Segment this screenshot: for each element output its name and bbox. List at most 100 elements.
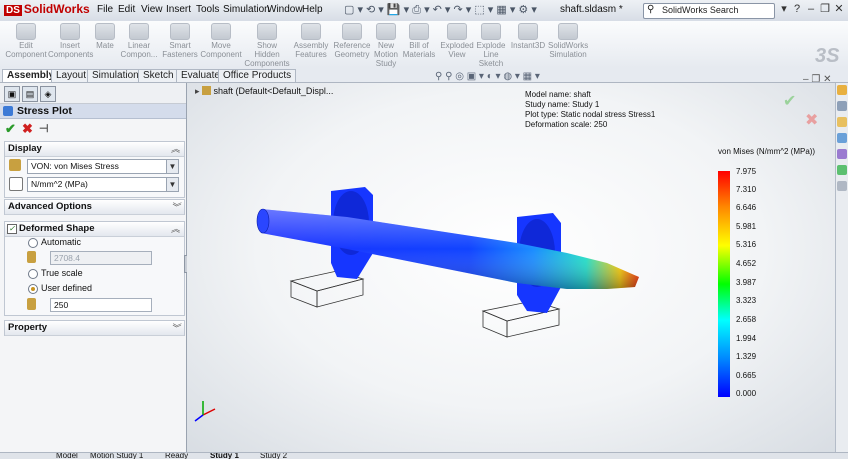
legend-value: 4.652 xyxy=(736,259,757,268)
collapse-icon: ︽ xyxy=(170,224,180,234)
ok-button[interactable]: ✔ xyxy=(5,121,16,137)
tab-model[interactable]: Model xyxy=(56,453,78,459)
units-icon xyxy=(9,177,23,191)
graphics-viewport[interactable]: ▸ shaft (Default<Default_Displ... ⚲ ⚲ ◎ … xyxy=(187,71,835,452)
move-component-button[interactable]: Move Component xyxy=(200,21,242,68)
solidworks-logo[interactable]: DS SolidWorks xyxy=(4,2,90,16)
expand-icon: ︾ xyxy=(170,202,180,212)
show-hidden-icon xyxy=(257,23,277,40)
command-manager: Edit Component Insert Components Mate Li… xyxy=(0,21,848,69)
assembly-features-button[interactable]: Assembly Features xyxy=(290,21,332,68)
menu-window[interactable]: Window xyxy=(267,4,303,15)
smart-fasteners-icon xyxy=(170,23,190,40)
search-input[interactable]: ⚲ SolidWorks Search xyxy=(643,3,775,19)
design-library-icon[interactable] xyxy=(837,101,847,111)
linear-pattern-button[interactable]: Linear Compon... xyxy=(118,21,160,68)
display-section-header[interactable]: Display ︽ xyxy=(5,142,184,157)
panel-tab-icons: ▣ ▤ ◈ xyxy=(0,83,186,104)
advanced-options-section[interactable]: Advanced Options ︾ xyxy=(4,199,185,215)
move-component-icon xyxy=(211,23,231,40)
menu-insert[interactable]: Insert xyxy=(166,4,191,15)
help-icon[interactable]: ? xyxy=(790,3,804,16)
quick-access-icons[interactable]: ▢ ▾ ⟲ ▾ 💾 ▾ ⎙ ▾ ↶ ▾ ↷ ▾ ⬚ ▾ ▦ ▾ ⚙ ▾ xyxy=(344,3,537,17)
property-manager-icon[interactable]: ▤ xyxy=(22,86,38,102)
bom-icon xyxy=(409,23,429,40)
restore-button[interactable]: ❐ xyxy=(818,3,832,16)
chevron-down-icon: ▼ xyxy=(166,160,178,173)
deformed-shape-section: Deformed Shape ︽ ✓ Automatic 2708.4 True… xyxy=(4,221,185,316)
menu-tools[interactable]: Tools xyxy=(196,4,219,15)
advanced-options-header[interactable]: Advanced Options ︾ xyxy=(5,200,184,215)
solidworks-simulation-button[interactable]: SolidWorks Simulation xyxy=(548,21,588,68)
legend-value: 1.994 xyxy=(736,334,757,343)
automatic-scale-field: 2708.4 xyxy=(50,251,152,265)
bill-of-materials-button[interactable]: Bill of Materials xyxy=(402,21,436,68)
true-scale-label: True scale xyxy=(41,268,83,278)
property-header[interactable]: Property ︾ xyxy=(5,321,184,336)
menu-view[interactable]: View xyxy=(141,4,163,15)
menu-help[interactable]: Help xyxy=(302,4,323,15)
automatic-label: Automatic xyxy=(41,237,82,247)
smart-fasteners-button[interactable]: Smart Fasteners xyxy=(160,21,200,68)
mate-icon xyxy=(95,23,115,40)
cancel-button[interactable]: ✖ xyxy=(22,121,33,137)
tab-study-1[interactable]: Study 1 xyxy=(210,453,239,459)
deformed-shape-header[interactable]: Deformed Shape ︽ xyxy=(5,222,184,237)
legend-value: 0.665 xyxy=(736,371,757,380)
minimize-button[interactable]: – xyxy=(804,3,818,16)
legend-value: 2.658 xyxy=(736,315,757,324)
tab-motion-study-1[interactable]: Motion Study 1 xyxy=(90,453,143,459)
legend-value: 3.987 xyxy=(736,278,757,287)
menu-file[interactable]: File xyxy=(97,4,113,15)
menu-simulation[interactable]: Simulation xyxy=(223,4,270,15)
search-dropdown-icon[interactable]: ▾ xyxy=(777,3,791,16)
component-select[interactable]: VON: von Mises Stress ▼ xyxy=(27,159,179,174)
deformed-shape-checkbox[interactable]: ✓ xyxy=(7,224,17,234)
exploded-view-icon xyxy=(447,23,467,40)
user-defined-radio[interactable] xyxy=(28,284,38,294)
explode-line-sketch-button[interactable]: Explode Line Sketch xyxy=(474,21,508,68)
feature-manager-icon[interactable]: ▣ xyxy=(4,86,20,102)
property-section[interactable]: Property ︾ xyxy=(4,320,185,336)
status-ready: Ready xyxy=(165,453,189,459)
exploded-view-button[interactable]: Exploded View xyxy=(440,21,474,68)
home-icon[interactable] xyxy=(837,85,847,95)
user-scale-field[interactable]: 250 xyxy=(50,298,152,312)
appearances-icon[interactable] xyxy=(837,165,847,175)
edit-component-icon xyxy=(16,23,36,40)
expand-icon: ︾ xyxy=(170,323,180,333)
custom-properties-icon[interactable] xyxy=(837,181,847,191)
stress-plot-icon xyxy=(3,106,13,116)
legend-value: 7.975 xyxy=(736,167,757,176)
automatic-radio[interactable] xyxy=(28,238,38,248)
tab-office-products[interactable]: Office Products xyxy=(218,69,297,82)
insert-components-button[interactable]: Insert Components xyxy=(48,21,93,68)
true-scale-radio[interactable] xyxy=(28,269,38,279)
show-hidden-components-button[interactable]: Show Hidden Components xyxy=(244,21,290,68)
tab-layout[interactable]: Layout xyxy=(51,69,92,82)
heads-up-view-toolbar[interactable]: ⚲ ⚲ ◎ ▣ ▾ ◐ ▾ ◍ ▾ ▦ ▾ xyxy=(435,71,540,82)
reference-geometry-button[interactable]: Reference Geometry xyxy=(332,21,372,68)
legend-value: 6.646 xyxy=(736,203,757,212)
edit-component-button[interactable]: Edit Component xyxy=(4,21,48,68)
menu-edit[interactable]: Edit xyxy=(118,4,135,15)
instant3d-icon xyxy=(518,23,538,40)
legend-value: 0.000 xyxy=(736,389,757,398)
instant3d-button[interactable]: Instant3D xyxy=(510,21,546,68)
title-bar: DS SolidWorks File Edit View Insert Tools… xyxy=(0,0,848,22)
close-button[interactable]: ✕ xyxy=(832,3,846,16)
mate-button[interactable]: Mate xyxy=(92,21,118,68)
legend-value: 7.310 xyxy=(736,185,757,194)
tab-study-2[interactable]: Study 2 xyxy=(260,453,287,459)
search-results-icon[interactable] xyxy=(837,133,847,143)
configuration-manager-icon[interactable]: ◈ xyxy=(40,86,56,102)
view-palette-icon[interactable] xyxy=(837,149,847,159)
tab-simulation[interactable]: Simulation xyxy=(87,69,144,82)
units-select[interactable]: N/mm^2 (MPa) ▼ xyxy=(27,177,179,192)
pushpin-icon[interactable]: ⊣ xyxy=(39,122,49,135)
assembly-features-icon xyxy=(301,23,321,40)
new-motion-study-button[interactable]: New Motion Study xyxy=(372,21,400,68)
reference-geometry-icon xyxy=(342,23,362,40)
file-explorer-icon[interactable] xyxy=(837,117,847,127)
tab-sketch[interactable]: Sketch xyxy=(138,69,179,82)
